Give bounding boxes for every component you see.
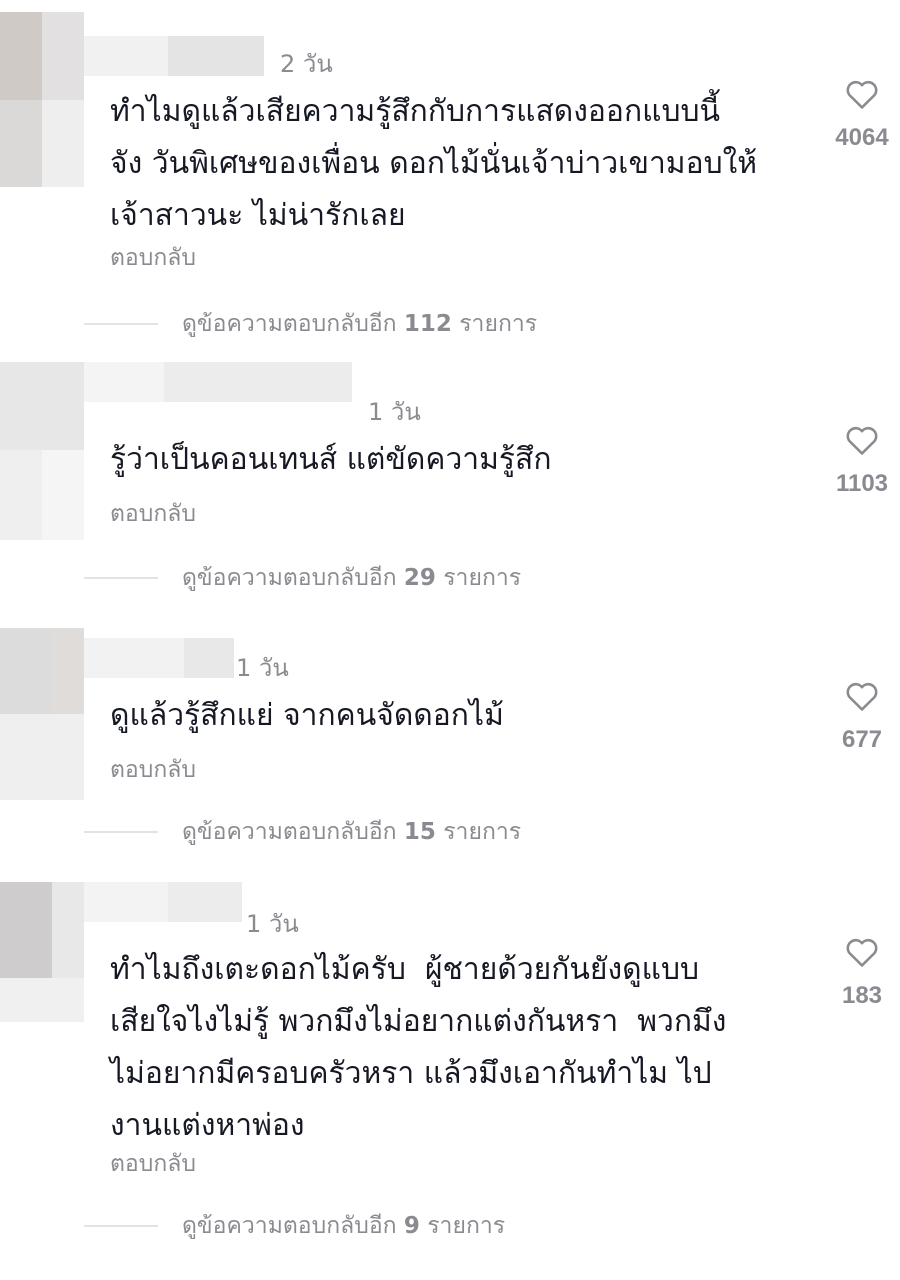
heart-outline-icon [846, 426, 878, 455]
avatar[interactable] [0, 628, 84, 800]
comment-time: 2 วัน [280, 50, 333, 78]
like-button[interactable]: 1103 [822, 424, 900, 498]
comment-text: ทำไมถึงเตะดอกไม้ครับ ผู้ชายด้วยกันยังดูแ… [110, 952, 727, 1143]
divider-line [84, 323, 158, 325]
reply-button[interactable]: ตอบกลับ [110, 1146, 196, 1182]
username[interactable] [84, 362, 352, 402]
view-replies-label: ดูข้อความตอบกลับอีก 15 รายการ [182, 819, 522, 845]
username[interactable] [84, 638, 234, 678]
view-replies-button[interactable]: ดูข้อความตอบกลับอีก 29 รายการ [84, 558, 521, 598]
heart-outline-icon [846, 80, 878, 109]
comment-time: 1 วัน [236, 654, 289, 682]
like-button[interactable]: 183 [822, 936, 900, 1010]
avatar[interactable] [0, 882, 84, 1022]
avatar[interactable] [0, 12, 84, 187]
like-count: 677 [841, 726, 883, 753]
view-replies-button[interactable]: ดูข้อความตอบกลับอีก 15 รายการ [84, 812, 521, 852]
comment-text: ดูแล้วรู้สึกแย่ จากคนจัดดอกไม้ [110, 698, 504, 733]
divider-line [84, 577, 158, 579]
like-count: 4064 [835, 124, 889, 151]
like-count: 1103 [835, 470, 889, 497]
divider-line [84, 831, 158, 833]
comment-time: 1 วัน [368, 398, 421, 426]
like-button[interactable]: 677 [822, 680, 900, 754]
reply-button[interactable]: ตอบกลับ [110, 496, 196, 532]
reply-button[interactable]: ตอบกลับ [110, 752, 196, 788]
avatar[interactable] [0, 362, 84, 540]
comment-time: 1 วัน [246, 910, 299, 938]
view-replies-button[interactable]: ดูข้อความตอบกลับอีก 112 รายการ [84, 304, 537, 344]
like-count: 183 [841, 982, 883, 1009]
heart-outline-icon [846, 682, 878, 711]
view-replies-label: ดูข้อความตอบกลับอีก 9 รายการ [182, 1213, 506, 1239]
view-replies-button[interactable]: ดูข้อความตอบกลับอีก 9 รายการ [84, 1206, 505, 1246]
username[interactable] [84, 36, 264, 76]
divider-line [84, 1225, 158, 1227]
view-replies-label: ดูข้อความตอบกลับอีก 112 รายการ [182, 311, 538, 337]
comment-text: รู้ว่าเป็นคอนเทนส์ แต่ขัดความรู้สึก [110, 442, 552, 477]
username[interactable] [84, 882, 242, 922]
view-replies-label: ดูข้อความตอบกลับอีก 29 รายการ [182, 565, 522, 591]
heart-outline-icon [846, 938, 878, 967]
like-button[interactable]: 4064 [822, 78, 900, 152]
reply-button[interactable]: ตอบกลับ [110, 240, 196, 276]
comment-text: ทำไมดูแล้วเสียความรู้สึกกับการแสดงออกแบบ… [110, 94, 758, 233]
